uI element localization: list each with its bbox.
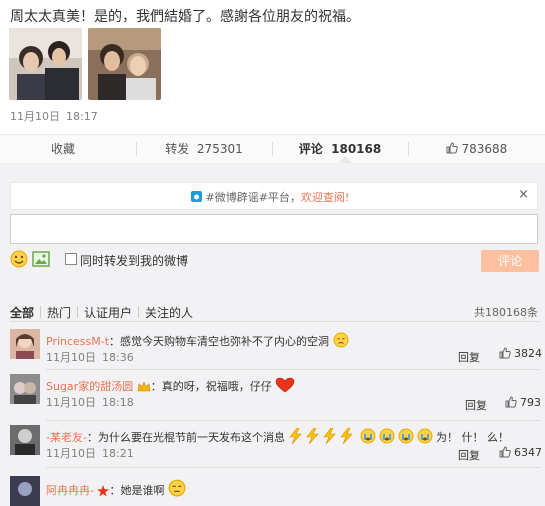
notice-prefix: #微博辟谣#平台， <box>205 191 301 204</box>
comment-body: -某老友-：为什么要在光棍节前一天发布这个消息 为！ 什！ 么！ <box>46 428 509 445</box>
reply-button[interactable]: 回复 <box>458 447 480 463</box>
comment-divider <box>46 369 540 370</box>
comment-separator: ： <box>109 335 121 348</box>
avatar[interactable] <box>10 329 40 359</box>
favorite-button[interactable]: 收藏 <box>0 135 126 163</box>
avatar[interactable] <box>10 374 40 404</box>
comment-like-count: 6347 <box>514 446 542 459</box>
thumbs-up-icon <box>446 142 458 154</box>
comment-date: 11月10日 <box>46 396 96 409</box>
avatar[interactable] <box>10 476 40 506</box>
red-star-badge-icon <box>97 485 110 497</box>
favorite-label: 收藏 <box>50 142 75 156</box>
comment-like-button[interactable]: 6347 <box>499 446 542 459</box>
comment-body: Sugar家的甜汤圆 ：真的呀，祝福哦，仔仔 <box>46 377 295 394</box>
filter-hot[interactable]: 热门 <box>47 304 71 321</box>
post-date[interactable]: 11月10日 <box>10 110 60 123</box>
reply-button[interactable]: 回复 <box>465 397 487 413</box>
post-time[interactable]: 18:17 <box>66 110 98 123</box>
comment-divider <box>46 420 540 421</box>
filter-all[interactable]: 全部 <box>10 304 34 321</box>
comment-time: 18:21 <box>102 447 134 460</box>
repost-button[interactable]: 转发 275301 <box>136 135 272 163</box>
crying-face-emoji-icon <box>360 428 433 444</box>
comment-count: 180168 <box>331 142 382 156</box>
comment-like-button[interactable]: 793 <box>505 396 541 409</box>
comment-text-tail: 为！ 什！ 么！ <box>435 431 509 444</box>
comment-body: 阿冉冉冉- ：她是谁啊 <box>46 479 186 498</box>
comment-input[interactable] <box>10 214 538 244</box>
post-meta: 11月10日 18:17 <box>10 108 104 124</box>
filter-divider <box>40 306 42 318</box>
comment-text: 真的呀，祝福哦，仔仔 <box>161 380 272 393</box>
lightning-emoji-icon <box>289 428 354 444</box>
comment-like-button[interactable]: 3824 <box>499 347 542 360</box>
post-text: 周太太真美！是的，我們結婚了。感謝各位朋友的祝福。 <box>10 9 360 25</box>
comment-divider <box>46 467 540 468</box>
close-icon[interactable]: × <box>518 187 529 202</box>
comment-date: 11月10日 <box>46 447 96 460</box>
also-repost-label: 同时转发到我的微博 <box>80 254 189 268</box>
filter-verified[interactable]: 认证用户 <box>84 304 132 321</box>
image-icon[interactable] <box>32 251 50 267</box>
filter-following[interactable]: 关注的人 <box>145 304 193 321</box>
emoji-icon[interactable] <box>10 250 28 268</box>
filter-divider <box>77 306 79 318</box>
submit-comment-button[interactable]: 评论 <box>481 250 539 272</box>
rumor-notice-bar: #微博辟谣#平台，欢迎查阅! × <box>10 182 538 210</box>
also-repost-checkbox[interactable] <box>65 253 77 265</box>
comment-meta: 11月10日 18:21 <box>46 445 140 461</box>
crown-badge-icon <box>137 381 151 392</box>
comment-text: 感觉今天购物车清空也弥补不了内心的空洞 <box>120 335 330 348</box>
post-action-bar: 收藏 转发 275301 评论 180168 783688 <box>0 134 545 164</box>
post-photo-2[interactable] <box>88 28 161 100</box>
sad-face-emoji-icon <box>333 332 349 348</box>
notice-link[interactable]: 欢迎查阅! <box>301 191 349 204</box>
thumbs-up-icon <box>499 347 511 359</box>
comment-separator: ： <box>150 380 162 393</box>
repost-count: 275301 <box>196 142 243 156</box>
comment-meta: 11月10日 18:36 <box>46 349 140 365</box>
active-tab-pointer <box>338 156 352 163</box>
comment-like-count: 793 <box>520 396 541 409</box>
comment-meta: 11月10日 18:18 <box>46 394 140 410</box>
reply-button[interactable]: 回复 <box>458 349 480 365</box>
comment-like-count: 3824 <box>514 347 542 360</box>
notice-message: #微博辟谣#平台，欢迎查阅! <box>191 189 349 205</box>
comment-username[interactable]: 阿冉冉冉- <box>46 484 94 497</box>
comment-text: 为什么要在光棍节前一天发布这个消息 <box>97 431 285 444</box>
thumbs-up-icon <box>499 446 511 458</box>
speechless-face-emoji-icon <box>168 479 186 497</box>
comment-text: 她是谁啊 <box>120 484 165 497</box>
avatar[interactable] <box>10 425 40 455</box>
comment-username[interactable]: Sugar家的甜汤圆 <box>46 380 133 393</box>
comment-body: PrincessM-t：感觉今天购物车清空也弥补不了内心的空洞 <box>46 332 349 349</box>
repost-label: 转发 <box>165 142 190 156</box>
comment-username[interactable]: -某老友- <box>46 431 87 444</box>
heart-emoji-icon <box>275 377 295 393</box>
comment-separator: ： <box>109 484 121 497</box>
comment-date: 11月10日 <box>46 351 96 364</box>
comment-filters: 全部 热门 认证用户 关注的人 <box>10 304 193 321</box>
thumbs-up-icon <box>505 396 517 408</box>
comment-total: 共180168条 <box>474 306 538 319</box>
like-button[interactable]: 783688 <box>408 135 545 163</box>
comment-separator: ： <box>86 431 98 444</box>
post-photo-1[interactable] <box>9 28 82 100</box>
filter-divider <box>138 306 140 318</box>
comment-label: 评论 <box>298 142 323 156</box>
comment-time: 18:36 <box>102 351 134 364</box>
weibo-notice-icon <box>191 191 202 202</box>
filters-divider <box>10 321 540 322</box>
like-count: 783688 <box>461 142 508 156</box>
comment-username[interactable]: PrincessM-t <box>46 335 109 348</box>
comment-time: 18:18 <box>102 396 134 409</box>
